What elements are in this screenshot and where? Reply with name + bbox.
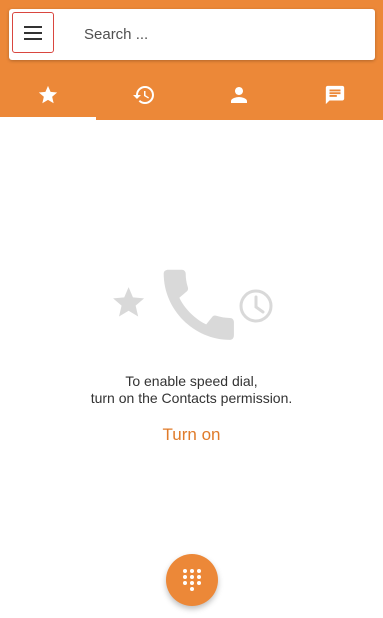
clock-icon bbox=[239, 289, 273, 323]
dialer-screen: Search ... To enable speed dial, turn on… bbox=[0, 0, 383, 618]
star-icon bbox=[38, 85, 58, 104]
history-icon bbox=[132, 86, 154, 105]
tab-speed-dial[interactable] bbox=[0, 70, 96, 120]
empty-state-line-1: To enable speed dial, bbox=[125, 373, 258, 389]
message-icon bbox=[325, 85, 345, 105]
person-icon bbox=[231, 87, 248, 103]
tab-messages[interactable] bbox=[287, 70, 383, 120]
hamburger-menu-icon bbox=[24, 25, 42, 40]
search-input[interactable]: Search ... bbox=[84, 26, 148, 44]
tab-contacts[interactable] bbox=[192, 70, 288, 120]
tab-bar bbox=[0, 70, 383, 120]
phone-icon bbox=[163, 269, 234, 340]
tab-recents[interactable] bbox=[96, 70, 192, 120]
speed-dial-illustration bbox=[113, 269, 273, 340]
dialpad-fab-button[interactable] bbox=[166, 554, 218, 606]
empty-state-message: To enable speed dial, turn on the Contac… bbox=[0, 373, 383, 407]
search-bar[interactable]: Search ... bbox=[9, 9, 375, 60]
app-bar: Search ... bbox=[0, 0, 383, 120]
dialpad-icon bbox=[183, 569, 201, 591]
empty-state-line-2: turn on the Contacts permission. bbox=[90, 390, 293, 406]
star-icon bbox=[113, 287, 145, 317]
menu-button[interactable] bbox=[12, 12, 54, 53]
turn-on-permission-button[interactable]: Turn on bbox=[0, 425, 383, 445]
